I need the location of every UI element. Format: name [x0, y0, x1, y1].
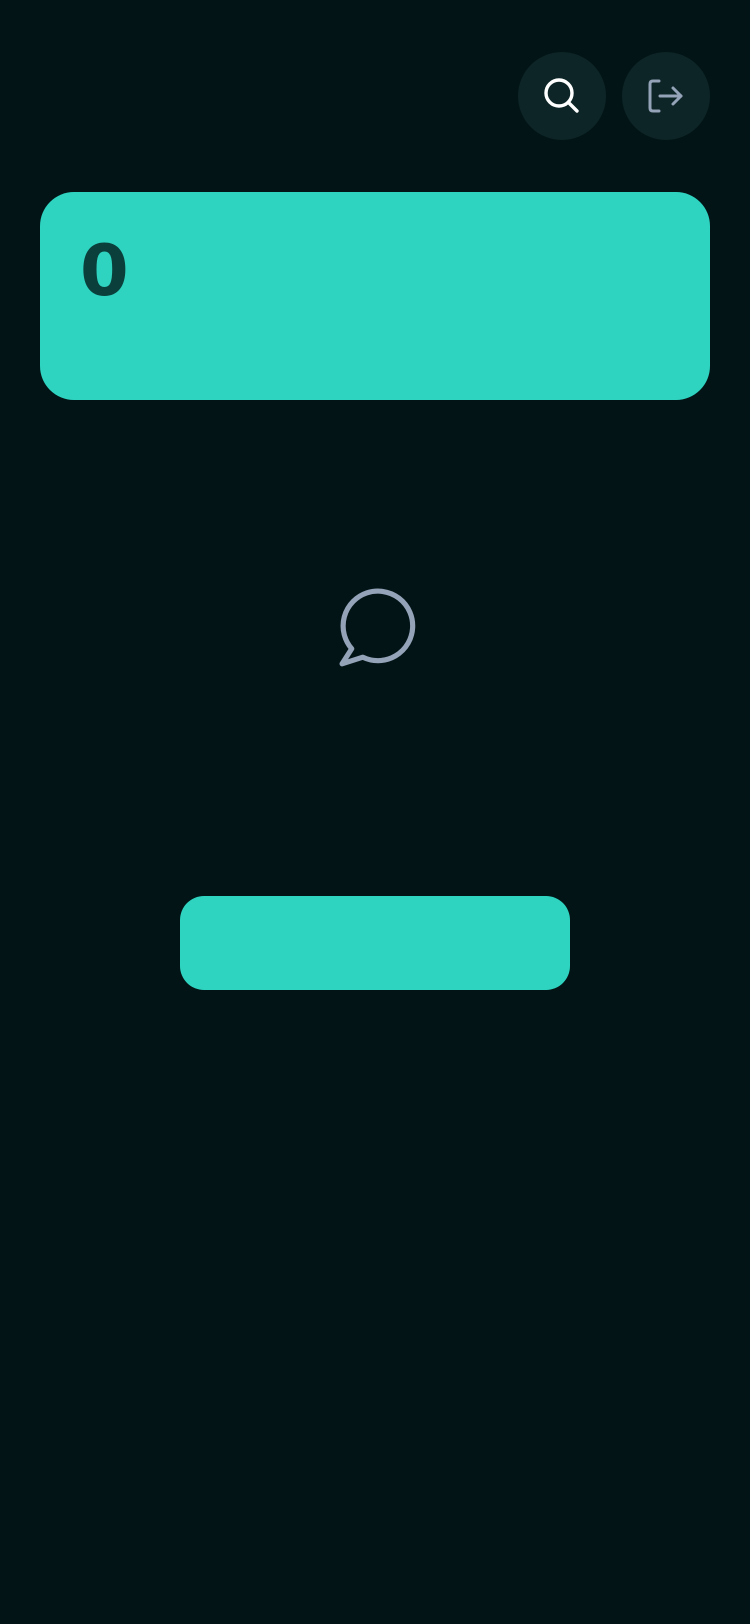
primary-action-button[interactable] [180, 896, 570, 990]
count-card: 0 [40, 192, 710, 400]
logout-button[interactable] [622, 52, 710, 140]
logout-icon [646, 76, 686, 116]
count-value: 0 [80, 230, 129, 312]
search-icon [542, 76, 582, 116]
header-actions [518, 52, 710, 140]
chat-bubble-icon [334, 588, 416, 670]
search-button[interactable] [518, 52, 606, 140]
app-screen: 0 [0, 0, 750, 1624]
